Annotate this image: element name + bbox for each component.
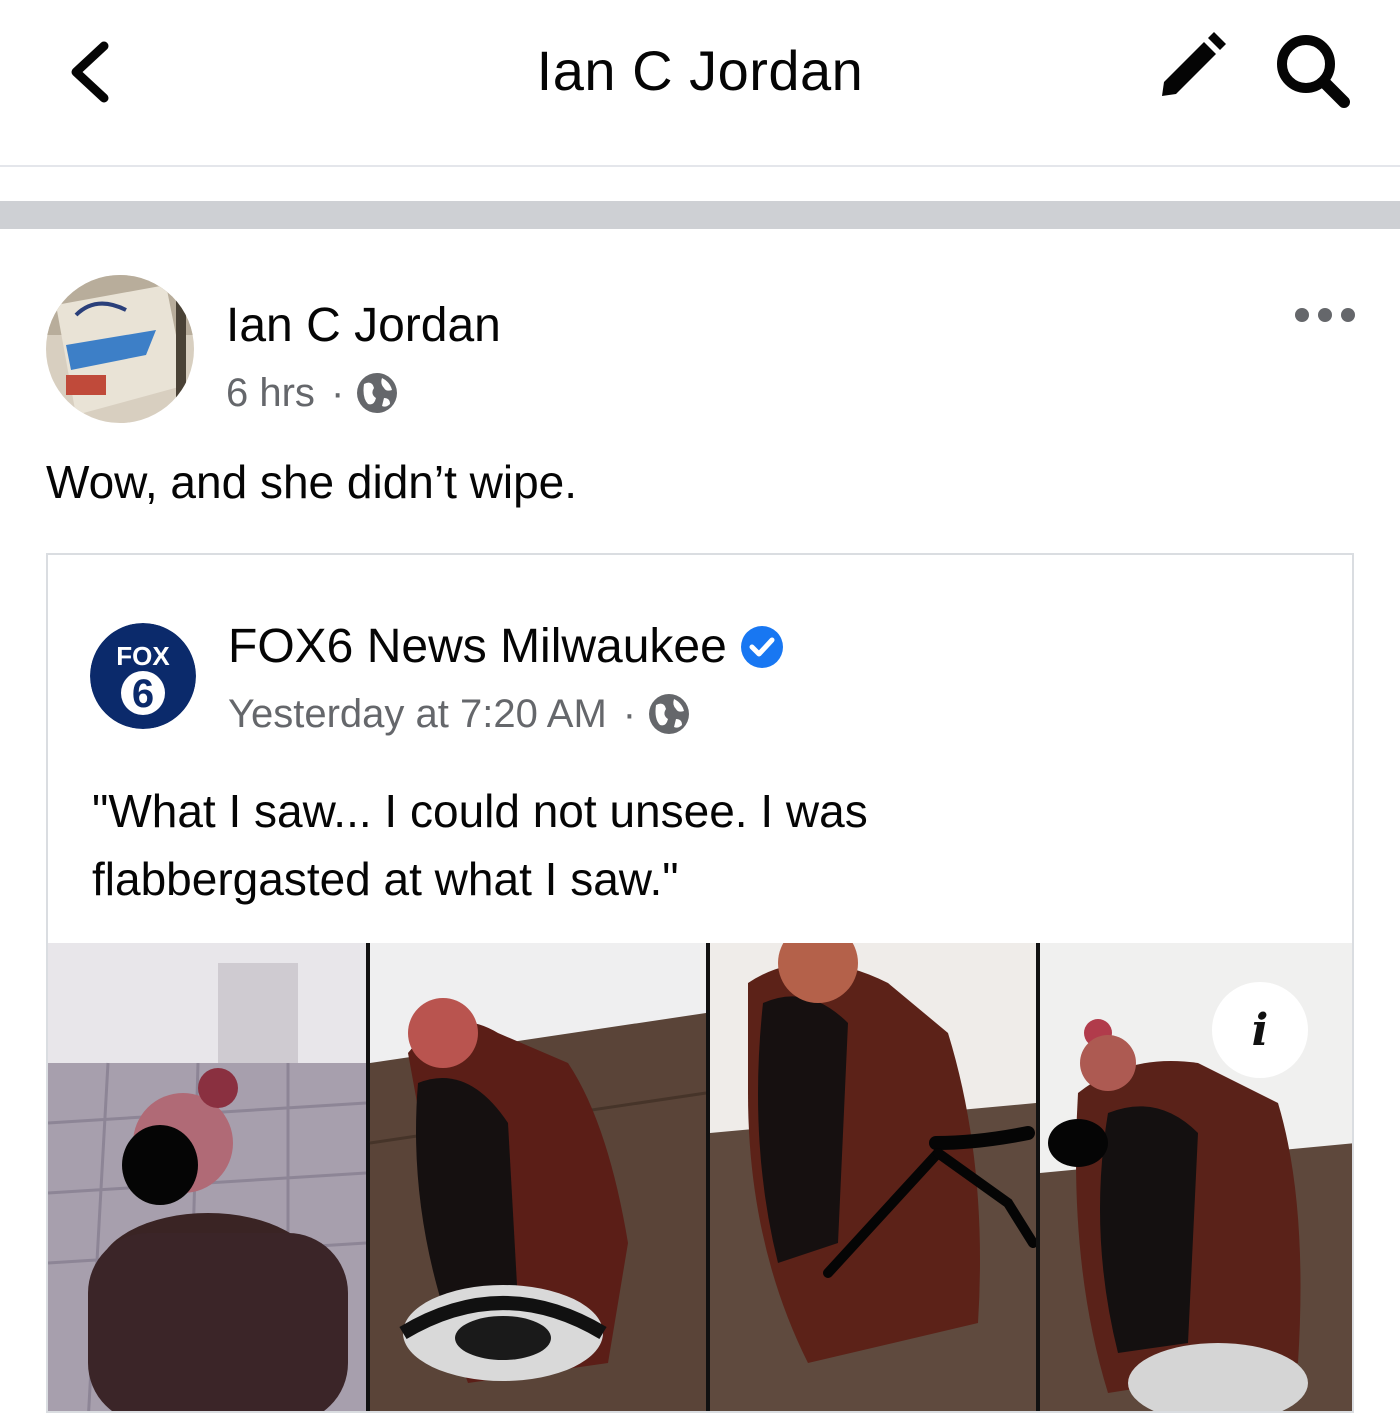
shared-post-text-line-1: "What I saw... I could not unsee. I was (92, 785, 868, 837)
author-avatar[interactable] (46, 275, 194, 423)
shared-post-card[interactable]: FOX 6 FOX6 News Milwaukee Yesterday at 7… (46, 553, 1354, 1413)
post-author-name[interactable]: Ian C Jordan (226, 298, 501, 353)
shared-post-text-line-2: flabbergasted at what I saw." (92, 853, 679, 905)
svg-text:FOX: FOX (116, 641, 170, 671)
verified-badge-icon (740, 625, 783, 668)
fox6-logo[interactable]: FOX 6 (90, 623, 196, 729)
shared-page-name-text: FOX6 News Milwaukee (228, 620, 727, 673)
photo-panel-4 (1040, 943, 1352, 1411)
info-icon: i (1251, 1004, 1269, 1056)
search-icon (1277, 35, 1350, 108)
info-button[interactable]: i (1212, 982, 1308, 1078)
more-horizontal-icon (1295, 308, 1355, 322)
photo-panel-1 (48, 943, 367, 1411)
section-divider (0, 201, 1400, 229)
globe-icon (649, 694, 690, 734)
shared-photo-collage[interactable] (48, 943, 1354, 1413)
post-meta: 6 hrs · (226, 370, 400, 416)
search-button[interactable] (1268, 30, 1358, 114)
avatar-image (46, 275, 194, 423)
meta-separator: · (622, 691, 637, 736)
photo-panel-3 (710, 943, 1038, 1411)
edit-button[interactable] (1150, 30, 1236, 110)
post-more-button[interactable] (1290, 295, 1360, 335)
post-text: Wow, and she didn’t wipe. (46, 456, 578, 508)
pencil-icon (1162, 32, 1226, 96)
shared-post-text: "What I saw... I could not unsee. I was … (92, 777, 1292, 913)
meta-separator: · (330, 370, 345, 415)
photo-panel-2 (369, 943, 707, 1411)
shared-post-meta: Yesterday at 7:20 AM · (228, 691, 692, 737)
svg-text:6: 6 (132, 672, 154, 716)
shared-page-name[interactable]: FOX6 News Milwaukee (228, 619, 785, 674)
shared-post-time[interactable]: Yesterday at 7:20 AM (228, 692, 607, 737)
globe-icon (357, 373, 398, 413)
post-time[interactable]: 6 hrs (226, 371, 315, 416)
top-nav-bar: Ian C Jordan (0, 0, 1400, 167)
